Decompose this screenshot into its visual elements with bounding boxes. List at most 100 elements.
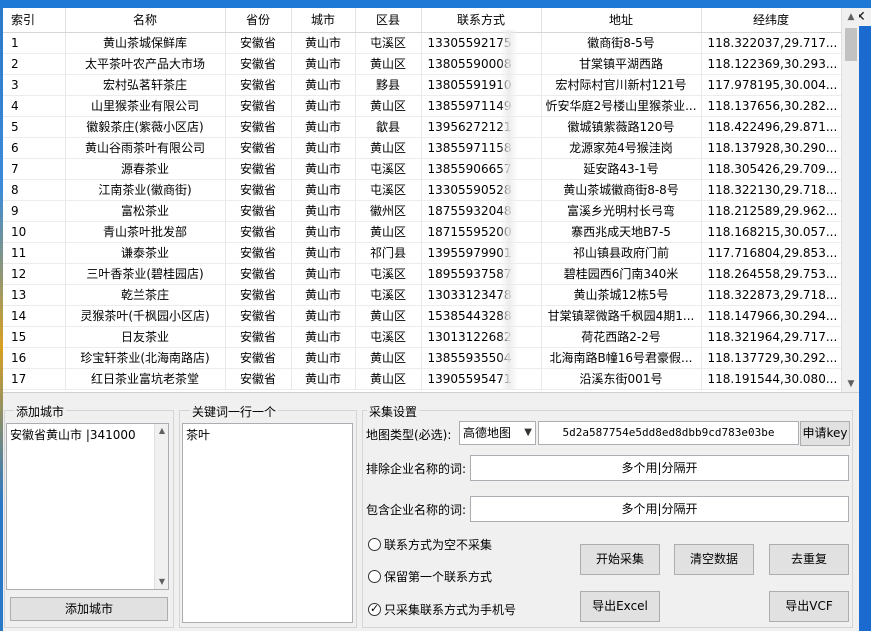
option-mobile-only-label: 只采集联系方式为手机号 bbox=[384, 603, 517, 617]
radio-icon[interactable] bbox=[368, 538, 381, 551]
results-table: 索引 名称 省份 城市 区县 联系方式 地址 经纬度 1 黄山茶城保鲜库 安徽省 黄山市 屯溪区 133… bbox=[3, 8, 842, 390]
column-header[interactable]: 索引 bbox=[3, 8, 66, 33]
chevron-down-icon: ▼ bbox=[524, 427, 532, 438]
table-row[interactable]: 17 红日茶业富坑老茶堂 安徽省 黄山市 黄山区 13905595471 沿溪东街001号 1… bbox=[3, 368, 842, 390]
export-vcf-button[interactable]: 导出VCF bbox=[769, 591, 849, 622]
table-cell: 安徽省 bbox=[225, 263, 292, 285]
table-cell: 安徽省 bbox=[225, 221, 292, 243]
results-grid[interactable]: 索引 名称 省份 城市 区县 联系方式 地址 经纬度 1 黄山茶城保鲜库 安徽省 黄山市 屯溪区 133… bbox=[3, 8, 859, 393]
table-row[interactable]: 1 黄山茶城保鲜库 安徽省 黄山市 屯溪区 13305592175 徽商街8-5号 118.3… bbox=[3, 32, 842, 54]
scroll-down-icon[interactable]: ▼ bbox=[155, 575, 169, 589]
scroll-up-icon[interactable]: ▲ bbox=[155, 424, 169, 438]
table-row[interactable]: 8 江南茶业(徽商街) 安徽省 黄山市 屯溪区 13305590528 黄山茶城徽商街8-8… bbox=[3, 179, 842, 201]
table-cell: 黄山区 bbox=[355, 137, 422, 159]
table-cell: 16 bbox=[3, 347, 66, 369]
table-cell: 117.716804,29.853... bbox=[701, 242, 842, 264]
table-row[interactable]: 11 谦泰茶业 安徽省 黄山市 祁门县 13955979901 祁山镇县政府门前 117.71… bbox=[3, 242, 842, 264]
column-header[interactable]: 城市 bbox=[291, 8, 356, 33]
table-cell: 安徽省 bbox=[225, 200, 292, 222]
cities-textarea[interactable]: 安徽省黄山市 |341000 bbox=[6, 423, 169, 590]
table-cell: 碧桂园西6门南340米 bbox=[541, 263, 702, 285]
table-cell: 13855935504 bbox=[421, 347, 542, 369]
column-header[interactable]: 区县 bbox=[355, 8, 422, 33]
export-excel-button[interactable]: 导出Excel bbox=[580, 591, 660, 622]
table-cell: 15 bbox=[3, 326, 66, 348]
clear-data-button[interactable]: 清空数据 bbox=[674, 544, 754, 575]
table-cell: 13905595471 bbox=[421, 368, 542, 390]
table-cell: 117.978195,30.004... bbox=[701, 74, 842, 96]
include-field[interactable]: 多个用|分隔开 bbox=[470, 496, 849, 522]
option-keep-first-contact[interactable]: 保留第一个联系方式 bbox=[368, 568, 492, 585]
table-cell: 屯溪区 bbox=[355, 158, 422, 180]
column-header[interactable]: 联系方式 bbox=[421, 8, 542, 33]
scroll-up-icon[interactable]: ▲ bbox=[842, 8, 859, 26]
table-row[interactable]: 15 日友茶业 安徽省 黄山市 屯溪区 13013122682 荷花西路2-2号 118.32… bbox=[3, 326, 842, 348]
scroll-down-icon[interactable]: ▼ bbox=[842, 375, 859, 392]
api-key-field[interactable]: 5d2a587754e5dd8ed8dbb9cd783e03be bbox=[538, 421, 799, 445]
table-cell: 18715595200 bbox=[421, 221, 542, 243]
column-header[interactable]: 经纬度 bbox=[701, 8, 842, 33]
table-cell: 珍宝轩茶业(北海南路店) bbox=[65, 347, 226, 369]
table-cell: 黄山市 bbox=[291, 305, 356, 327]
exclude-field[interactable]: 多个用|分隔开 bbox=[470, 455, 849, 481]
table-cell: 黄山市 bbox=[291, 347, 356, 369]
table-cell: 甘棠镇翠微路千枫园4期1... bbox=[541, 305, 702, 327]
table-cell: 北海南路B幢16号君豪假... bbox=[541, 347, 702, 369]
option-mobile-only[interactable]: 只采集联系方式为手机号 bbox=[368, 601, 516, 618]
table-cell: 黄山区 bbox=[355, 347, 422, 369]
table-cell: 118.168215,30.057... bbox=[701, 221, 842, 243]
table-cell: 10 bbox=[3, 221, 66, 243]
column-header[interactable]: 地址 bbox=[541, 8, 702, 33]
table-cell: 13033123478 bbox=[421, 284, 542, 306]
table-row[interactable]: 5 徽毅茶庄(紫薇小区店) 安徽省 黄山市 歙县 13956272121 徽城镇紫薇路120… bbox=[3, 116, 842, 138]
table-cell: 118.422496,29.871... bbox=[701, 116, 842, 138]
table-row[interactable]: 7 源春茶业 安徽省 黄山市 屯溪区 13855906657 延安路43-1号 118.305… bbox=[3, 158, 842, 180]
table-cell: 1 bbox=[3, 32, 66, 54]
grid-vertical-scrollbar[interactable]: ▲ ▼ bbox=[841, 8, 859, 392]
table-cell: 寨西兆成天地B7-5 bbox=[541, 221, 702, 243]
table-row[interactable]: 12 三叶香茶业(碧桂园店) 安徽省 黄山市 屯溪区 18955937587 碧桂园西6门南… bbox=[3, 263, 842, 285]
column-header[interactable]: 省份 bbox=[225, 8, 292, 33]
map-type-select[interactable]: 高德地图 ▼ bbox=[459, 421, 536, 445]
option-skip-empty-label: 联系方式为空不采集 bbox=[384, 538, 493, 552]
keywords-textarea[interactable]: 茶叶 bbox=[182, 423, 353, 623]
table-row[interactable]: 3 宏村弘茗轩茶庄 安徽省 黄山市 黟县 13805591910 宏村际村官川新村121号 1… bbox=[3, 74, 842, 96]
map-type-value: 高德地图 bbox=[463, 426, 512, 440]
table-cell: 黄山茶城徽商街8-8号 bbox=[541, 179, 702, 201]
table-row[interactable]: 2 太平茶叶农产品大市场 安徽省 黄山市 黄山区 13805590008 甘棠镇平湖西路 11… bbox=[3, 53, 842, 75]
table-cell: 荷花西路2-2号 bbox=[541, 326, 702, 348]
table-row[interactable]: 6 黄山谷雨茶叶有限公司 安徽省 黄山市 黄山区 13855971158 龙源家苑4号猴洼岗… bbox=[3, 137, 842, 159]
table-cell: 黄山市 bbox=[291, 242, 356, 264]
table-cell: 黄山市 bbox=[291, 116, 356, 138]
dedupe-button[interactable]: 去重复 bbox=[769, 544, 849, 575]
table-cell: 太平茶叶农产品大市场 bbox=[65, 53, 226, 75]
column-header[interactable]: 名称 bbox=[65, 8, 226, 33]
cities-scrollbar[interactable]: ▲ ▼ bbox=[154, 424, 168, 589]
table-row[interactable]: 14 灵猴茶叶(千枫园小区店) 安徽省 黄山市 黄山区 15385443288 甘棠镇翠微路… bbox=[3, 305, 842, 327]
table-row[interactable]: 4 山里猴茶业有限公司 安徽省 黄山市 黄山区 13855971149 忻安华庭2号楼山里猴… bbox=[3, 95, 842, 117]
scroll-thumb[interactable] bbox=[845, 28, 857, 61]
table-cell: 安徽省 bbox=[225, 305, 292, 327]
table-row[interactable]: 10 青山茶叶批发部 安徽省 黄山市 黄山区 18715595200 寨西兆成天地B7-5 1… bbox=[3, 221, 842, 243]
table-cell: 8 bbox=[3, 179, 66, 201]
table-cell: 13305592175 bbox=[421, 32, 542, 54]
start-collect-button[interactable]: 开始采集 bbox=[580, 544, 660, 575]
table-cell: 黄山市 bbox=[291, 179, 356, 201]
option-skip-empty-contact[interactable]: 联系方式为空不采集 bbox=[368, 536, 492, 553]
table-cell: 13955979901 bbox=[421, 242, 542, 264]
table-row[interactable]: 9 富松茶业 安徽省 黄山市 徽州区 18755932048 富溪乡光明村长弓弯 118.21… bbox=[3, 200, 842, 222]
table-cell: 红日茶业富坑老茶堂 bbox=[65, 368, 226, 390]
table-row[interactable]: 16 珍宝轩茶业(北海南路店) 安徽省 黄山市 黄山区 13855935504 北海南路B幢… bbox=[3, 347, 842, 369]
table-row[interactable]: 13 乾兰茶庄 安徽省 黄山市 屯溪区 13033123478 黄山茶城12栋5号 118.3… bbox=[3, 284, 842, 306]
table-cell: 安徽省 bbox=[225, 116, 292, 138]
table-cell: 宏村弘茗轩茶庄 bbox=[65, 74, 226, 96]
table-cell: 徽毅茶庄(紫薇小区店) bbox=[65, 116, 226, 138]
settings-legend: 采集设置 bbox=[367, 403, 420, 420]
checked-radio-icon[interactable] bbox=[368, 602, 381, 616]
table-cell: 沿溪东街001号 bbox=[541, 368, 702, 390]
radio-icon[interactable] bbox=[368, 570, 381, 583]
table-cell: 118.322037,29.717... bbox=[701, 32, 842, 54]
add-city-button[interactable]: 添加城市 bbox=[10, 597, 168, 621]
apply-key-button[interactable]: 申请key bbox=[800, 421, 850, 446]
table-cell: 黄山市 bbox=[291, 158, 356, 180]
